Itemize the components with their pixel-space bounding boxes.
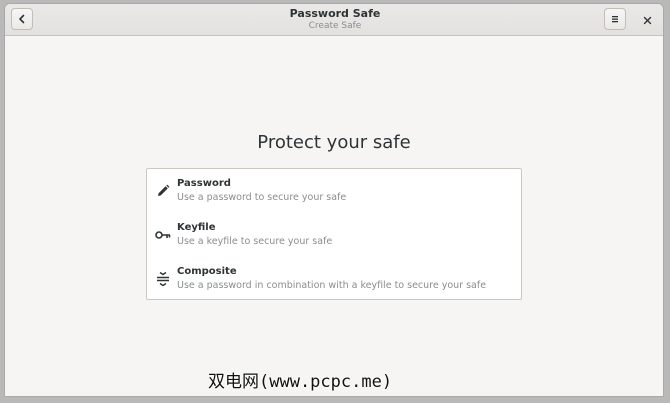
window-subtitle: Create Safe <box>308 21 362 31</box>
window-title: Password Safe <box>289 7 381 20</box>
screenshot-frame: Password Safe Create Safe Protect your s… <box>0 0 670 403</box>
option-keyfile-description: Use a keyfile to secure your safe <box>177 236 333 247</box>
menu-button[interactable] <box>604 8 626 30</box>
hamburger-menu-icon <box>610 14 620 24</box>
window-titles: Password Safe Create Safe <box>235 7 435 32</box>
app-window: Password Safe Create Safe Protect your s… <box>4 3 664 397</box>
security-options-list: Password Use a password to secure your s… <box>146 168 522 300</box>
pencil-icon <box>155 183 171 199</box>
back-arrow-icon <box>17 14 27 24</box>
back-button[interactable] <box>11 8 33 30</box>
option-password-label: Password <box>177 178 231 189</box>
key-icon <box>155 227 171 243</box>
option-password[interactable]: Password Use a password to secure your s… <box>147 169 521 213</box>
option-password-description: Use a password to secure your safe <box>177 192 347 203</box>
option-composite-description: Use a password in combination with a key… <box>177 280 487 291</box>
page-heading: Protect your safe <box>257 132 411 153</box>
close-icon <box>643 10 652 29</box>
option-keyfile[interactable]: Keyfile Use a keyfile to secure your saf… <box>147 213 521 257</box>
option-composite-label: Composite <box>177 266 237 277</box>
header-bar: Password Safe Create Safe <box>5 4 663 36</box>
option-keyfile-label: Keyfile <box>177 222 216 233</box>
option-composite[interactable]: Composite Use a password in combination … <box>147 257 521 301</box>
close-button[interactable] <box>637 9 657 29</box>
composite-icon <box>155 271 171 287</box>
watermark-text: 双电网(www.pcpc.me) <box>208 372 393 392</box>
